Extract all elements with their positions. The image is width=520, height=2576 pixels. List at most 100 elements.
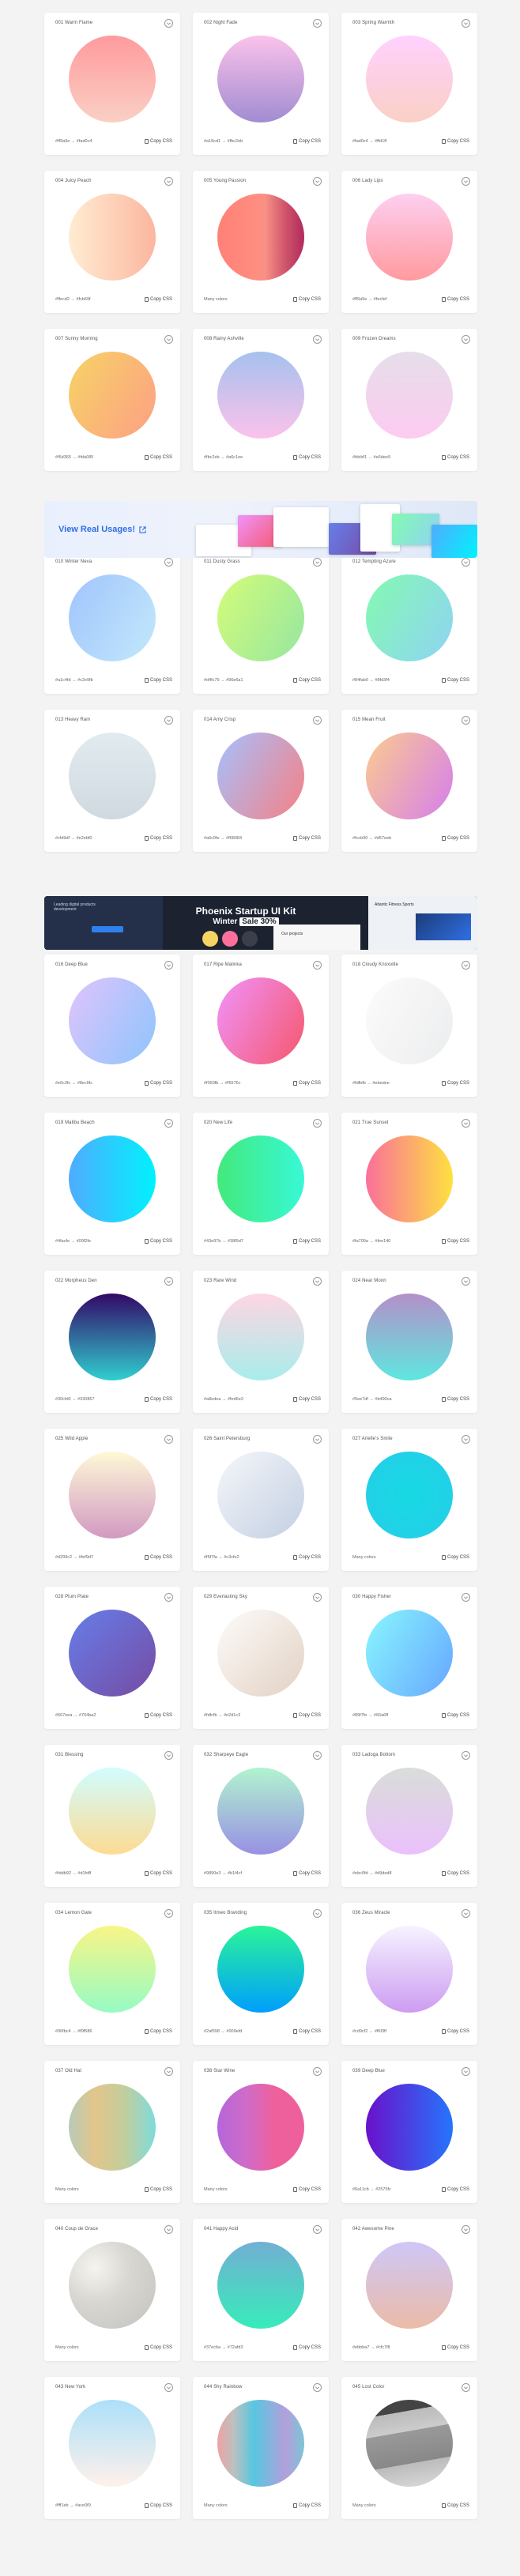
copy-css-button[interactable]: Copy CSS xyxy=(144,836,172,841)
copy-css-button[interactable]: Copy CSS xyxy=(441,2029,469,2034)
copy-css-button[interactable]: Copy CSS xyxy=(292,2029,321,2034)
real-usages-banner[interactable]: View Real Usages! xyxy=(44,501,477,558)
gradient-circle[interactable] xyxy=(366,1135,453,1222)
expand-icon[interactable] xyxy=(164,1593,173,1602)
expand-icon[interactable] xyxy=(462,335,470,344)
expand-icon[interactable] xyxy=(313,1435,322,1444)
expand-icon[interactable] xyxy=(313,558,322,567)
expand-icon[interactable] xyxy=(313,2383,322,2392)
expand-icon[interactable] xyxy=(462,1119,470,1128)
copy-css-button[interactable]: Copy CSS xyxy=(292,1397,321,1402)
copy-css-button[interactable]: Copy CSS xyxy=(441,1713,469,1718)
gradient-circle[interactable] xyxy=(69,2084,156,2171)
copy-css-button[interactable]: Copy CSS xyxy=(144,1555,172,1560)
gradient-circle[interactable] xyxy=(69,194,156,281)
gradient-circle[interactable] xyxy=(217,977,304,1064)
copy-css-button[interactable]: Copy CSS xyxy=(441,297,469,302)
gradient-circle[interactable] xyxy=(217,1294,304,1380)
expand-icon[interactable] xyxy=(164,1119,173,1128)
gradient-circle[interactable] xyxy=(366,2242,453,2329)
expand-icon[interactable] xyxy=(164,335,173,344)
copy-css-button[interactable]: Copy CSS xyxy=(144,678,172,683)
copy-css-button[interactable]: Copy CSS xyxy=(144,2029,172,2034)
copy-css-button[interactable]: Copy CSS xyxy=(144,2187,172,2192)
gradient-circle[interactable] xyxy=(69,36,156,122)
copy-css-button[interactable]: Copy CSS xyxy=(144,2503,172,2508)
gradient-circle[interactable] xyxy=(69,1452,156,1538)
expand-icon[interactable] xyxy=(462,1435,470,1444)
gradient-circle[interactable] xyxy=(69,1135,156,1222)
gradient-circle[interactable] xyxy=(217,1768,304,1855)
expand-icon[interactable] xyxy=(164,1277,173,1286)
expand-icon[interactable] xyxy=(164,2067,173,2076)
gradient-circle[interactable] xyxy=(366,1610,453,1697)
expand-icon[interactable] xyxy=(313,961,322,970)
copy-css-button[interactable]: Copy CSS xyxy=(292,1239,321,1244)
expand-icon[interactable] xyxy=(313,1751,322,1760)
gradient-circle[interactable] xyxy=(69,1768,156,1855)
expand-icon[interactable] xyxy=(462,2067,470,2076)
copy-css-button[interactable]: Copy CSS xyxy=(144,139,172,144)
gradient-circle[interactable] xyxy=(69,1610,156,1697)
expand-icon[interactable] xyxy=(313,177,322,186)
expand-icon[interactable] xyxy=(164,961,173,970)
expand-icon[interactable] xyxy=(164,1909,173,1918)
gradient-circle[interactable] xyxy=(366,352,453,439)
copy-css-button[interactable]: Copy CSS xyxy=(292,1871,321,1876)
expand-icon[interactable] xyxy=(462,177,470,186)
gradient-circle[interactable] xyxy=(217,352,304,439)
gradient-circle[interactable] xyxy=(217,2400,304,2487)
copy-css-button[interactable]: Copy CSS xyxy=(144,1397,172,1402)
gradient-circle[interactable] xyxy=(69,1294,156,1380)
expand-icon[interactable] xyxy=(164,2225,173,2234)
expand-icon[interactable] xyxy=(164,19,173,28)
copy-css-button[interactable]: Copy CSS xyxy=(292,2345,321,2350)
copy-css-button[interactable]: Copy CSS xyxy=(144,1081,172,1086)
copy-css-button[interactable]: Copy CSS xyxy=(292,297,321,302)
expand-icon[interactable] xyxy=(313,335,322,344)
expand-icon[interactable] xyxy=(313,716,322,725)
expand-icon[interactable] xyxy=(164,2383,173,2392)
expand-icon[interactable] xyxy=(313,1909,322,1918)
copy-css-button[interactable]: Copy CSS xyxy=(292,2503,321,2508)
gradient-circle[interactable] xyxy=(217,194,304,281)
gradient-circle[interactable] xyxy=(69,733,156,819)
gradient-circle[interactable] xyxy=(217,1610,304,1697)
expand-icon[interactable] xyxy=(313,1119,322,1128)
copy-css-button[interactable]: Copy CSS xyxy=(441,1239,469,1244)
expand-icon[interactable] xyxy=(313,2225,322,2234)
gradient-circle[interactable] xyxy=(366,2400,453,2487)
gradient-circle[interactable] xyxy=(366,1768,453,1855)
expand-icon[interactable] xyxy=(462,19,470,28)
view-real-usages-link[interactable]: View Real Usages! xyxy=(58,525,146,534)
copy-css-button[interactable]: Copy CSS xyxy=(441,1871,469,1876)
copy-css-button[interactable]: Copy CSS xyxy=(144,297,172,302)
gradient-circle[interactable] xyxy=(217,2242,304,2329)
copy-css-button[interactable]: Copy CSS xyxy=(144,1239,172,1244)
expand-icon[interactable] xyxy=(313,1277,322,1286)
gradient-circle[interactable] xyxy=(366,574,453,661)
copy-css-button[interactable]: Copy CSS xyxy=(144,1871,172,1876)
phoenix-ad-banner[interactable]: Leading digital products development Pho… xyxy=(44,896,477,950)
gradient-circle[interactable] xyxy=(217,2084,304,2171)
copy-css-button[interactable]: Copy CSS xyxy=(441,678,469,683)
expand-icon[interactable] xyxy=(462,2225,470,2234)
expand-icon[interactable] xyxy=(462,1277,470,1286)
copy-css-button[interactable]: Copy CSS xyxy=(292,1555,321,1560)
gradient-circle[interactable] xyxy=(217,733,304,819)
gradient-circle[interactable] xyxy=(366,2084,453,2171)
expand-icon[interactable] xyxy=(164,1751,173,1760)
copy-css-button[interactable]: Copy CSS xyxy=(441,2187,469,2192)
gradient-circle[interactable] xyxy=(217,36,304,122)
copy-css-button[interactable]: Copy CSS xyxy=(441,836,469,841)
copy-css-button[interactable]: Copy CSS xyxy=(292,455,321,460)
copy-css-button[interactable]: Copy CSS xyxy=(441,2503,469,2508)
expand-icon[interactable] xyxy=(462,961,470,970)
copy-css-button[interactable]: Copy CSS xyxy=(441,139,469,144)
gradient-circle[interactable] xyxy=(217,574,304,661)
expand-icon[interactable] xyxy=(164,177,173,186)
expand-icon[interactable] xyxy=(462,558,470,567)
copy-css-button[interactable]: Copy CSS xyxy=(441,1397,469,1402)
copy-css-button[interactable]: Copy CSS xyxy=(292,1713,321,1718)
gradient-circle[interactable] xyxy=(69,574,156,661)
